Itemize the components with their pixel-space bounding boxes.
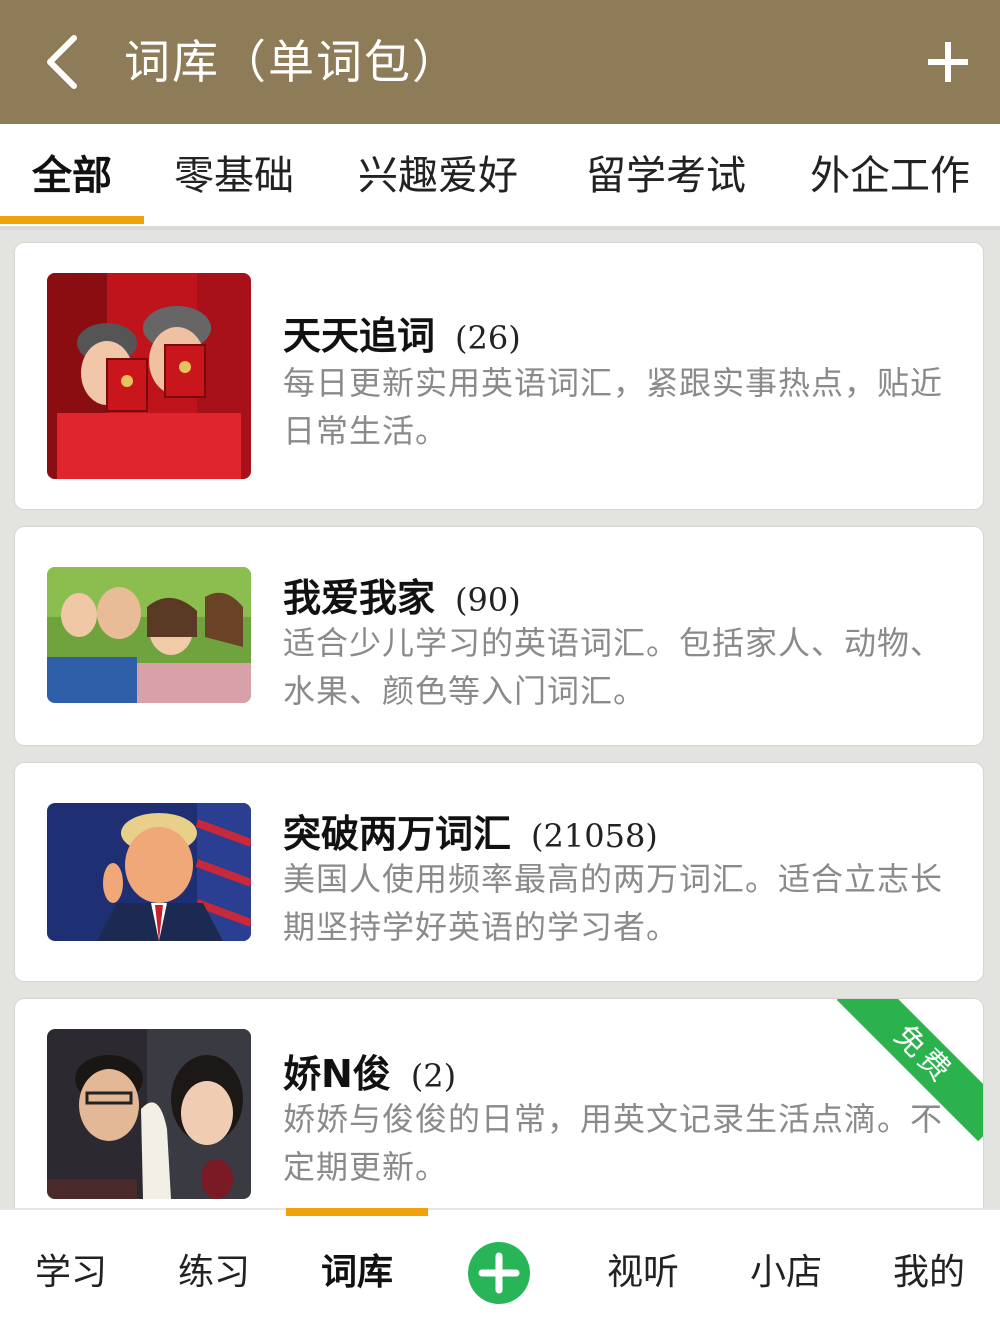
pack-description: 适合少儿学习的英语词汇。包括家人、动物、水果、颜色等入门词汇。	[283, 624, 944, 710]
pack-word-count: (21058)	[531, 817, 658, 855]
pack-word-count: (90)	[455, 581, 521, 619]
nav-study[interactable]: 学习	[0, 1240, 142, 1306]
back-button[interactable]	[36, 28, 96, 96]
word-pack-card[interactable]: 我爱我家 (90) 适合少儿学习的英语词汇。包括家人、动物、水果、颜色等入门词汇。	[14, 526, 984, 746]
pack-title: 突破两万词汇	[283, 812, 512, 856]
pack-title-row: 我爱我家 (90)	[283, 567, 521, 622]
nav-audio-video[interactable]: 视听	[572, 1240, 714, 1306]
tab-hobbies[interactable]: 兴趣爱好	[358, 124, 518, 226]
pack-title: 天天追词	[283, 314, 436, 358]
active-nav-indicator	[286, 1208, 428, 1216]
category-tabs: 全部 零基础 兴趣爱好 留学考试 外企工作	[0, 124, 1000, 230]
add-button[interactable]	[924, 32, 972, 92]
pack-word-count: (2)	[410, 1057, 457, 1095]
pack-title-row: 突破两万词汇 (21058)	[283, 803, 658, 858]
pack-description: 每日更新实用英语词汇，紧跟实事热点，贴近日常生活。	[283, 364, 944, 450]
nav-add-button[interactable]	[468, 1242, 530, 1304]
pack-thumbnail	[47, 1029, 251, 1199]
pack-title-row: 天天追词 (26)	[283, 305, 521, 360]
word-pack-card[interactable]: 天天追词 (26) 每日更新实用英语词汇，紧跟实事热点，贴近日常生活。	[14, 242, 984, 510]
app-header: 词库（单词包）	[0, 0, 1000, 124]
pack-thumbnail	[47, 803, 251, 941]
nav-word-library[interactable]: 词库	[286, 1240, 428, 1306]
page-title: 词库（单词包）	[124, 35, 460, 89]
nav-shop[interactable]: 小店	[715, 1240, 857, 1306]
chevron-left-icon	[47, 35, 77, 89]
pack-word-count: (26)	[455, 319, 521, 357]
tab-study-abroad-exams[interactable]: 留学考试	[586, 124, 746, 226]
tab-all[interactable]: 全部	[32, 124, 112, 226]
active-tab-indicator	[0, 216, 144, 224]
plus-circle-icon	[478, 1252, 520, 1294]
pack-title: 娇N俊	[283, 1052, 391, 1096]
tab-beginner[interactable]: 零基础	[174, 124, 294, 226]
pack-description: 娇娇与俊俊的日常，用英文记录生活点滴。不定期更新。	[283, 1100, 944, 1186]
pack-thumbnail	[47, 273, 251, 479]
nav-me[interactable]: 我的	[858, 1240, 1000, 1306]
pack-description: 美国人使用频率最高的两万词汇。适合立志长期坚持学好英语的学习者。	[283, 860, 944, 946]
plus-icon	[928, 42, 968, 82]
pack-thumbnail	[47, 567, 251, 703]
bottom-nav: 学习 练习 词库 视听 小店 我的	[0, 1208, 1000, 1336]
word-pack-card[interactable]: 娇N俊 (2) 娇娇与俊俊的日常，用英文记录生活点滴。不定期更新。 免费	[14, 998, 984, 1238]
nav-practice[interactable]: 练习	[143, 1240, 285, 1306]
pack-title-row: 娇N俊 (2)	[283, 1043, 456, 1098]
tab-foreign-company-work[interactable]: 外企工作	[810, 124, 970, 226]
word-pack-card[interactable]: 突破两万词汇 (21058) 美国人使用频率最高的两万词汇。适合立志长期坚持学好英…	[14, 762, 984, 982]
pack-title: 我爱我家	[283, 576, 436, 620]
